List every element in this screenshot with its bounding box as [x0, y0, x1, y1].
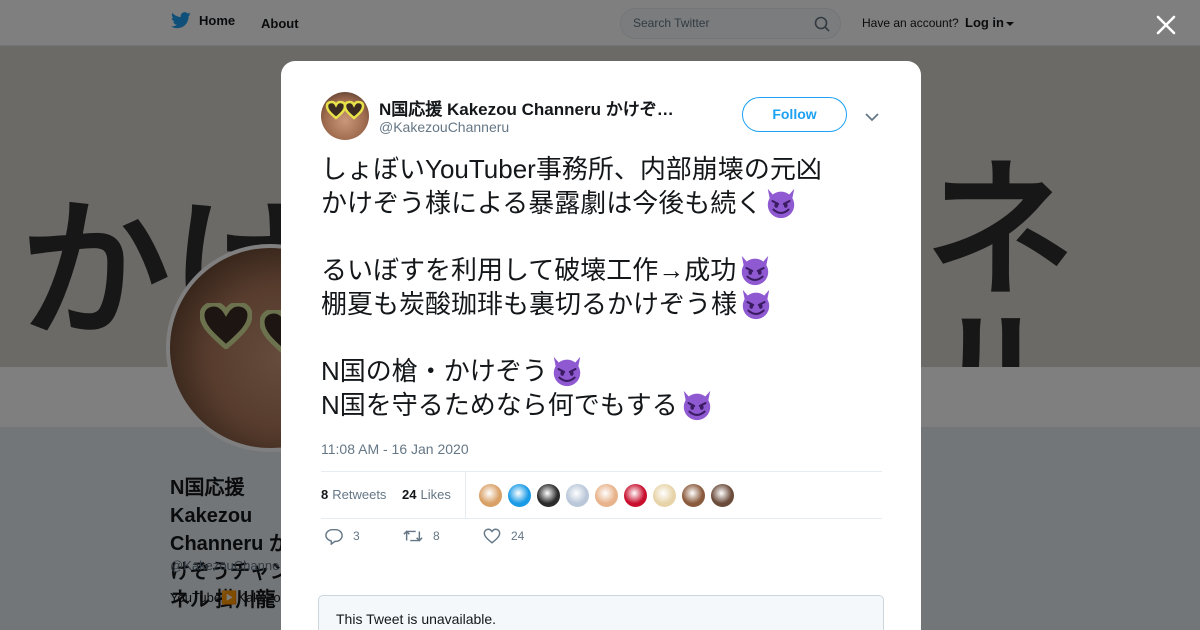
- tweet-text-segment: しょぼいYouTuber事務所、内部崩壊の元凶: [321, 154, 822, 184]
- likes-count: 24: [402, 487, 417, 502]
- quoted-tweet-card: This Tweet is unavailable.: [318, 595, 884, 630]
- liker-avatar[interactable]: [536, 483, 561, 508]
- liker-avatar[interactable]: [623, 483, 648, 508]
- smiling-devil-icon: [680, 388, 714, 422]
- tweet-text-line: N国の槍・かけぞう: [321, 354, 891, 388]
- liker-avatar[interactable]: [565, 483, 590, 508]
- tweet-author-avatar[interactable]: [321, 92, 369, 140]
- reply-icon: [325, 528, 343, 545]
- heart-glasses-icon: [325, 100, 365, 120]
- smiling-devil-icon: [550, 354, 584, 388]
- stats-divider: [465, 472, 466, 518]
- liker-avatar[interactable]: [652, 483, 677, 508]
- tweet-author-name[interactable]: N国応援 Kakezou Channeru かけぞ…: [379, 95, 699, 120]
- liker-avatars: [478, 483, 735, 508]
- liker-avatar[interactable]: [594, 483, 619, 508]
- reply-button[interactable]: 3: [325, 527, 360, 545]
- tweet-text-line: しょぼいYouTuber事務所、内部崩壊の元凶: [321, 152, 891, 186]
- follow-button[interactable]: Follow: [742, 97, 847, 132]
- liker-avatar[interactable]: [710, 483, 735, 508]
- reply-count: 3: [353, 529, 360, 543]
- tweet-modal: N国応援 Kakezou Channeru かけぞ… @KakezouChann…: [281, 61, 921, 630]
- likes-label: Likes: [420, 487, 451, 502]
- close-modal-button[interactable]: [1152, 11, 1180, 39]
- tweet-text-segment: 棚夏も炭酸珈琲も裏切るかけぞう様: [321, 289, 738, 319]
- liker-avatar[interactable]: [681, 483, 706, 508]
- like-count: 24: [511, 529, 525, 543]
- close-icon: [1156, 15, 1176, 35]
- retweet-icon: [403, 530, 423, 542]
- tweet-menu-button[interactable]: [865, 109, 879, 127]
- tweet-text-segment: N国の槍・かけぞう: [321, 356, 548, 386]
- tweet-text-line: N国を守るためなら何でもする: [321, 388, 891, 422]
- retweets-label: Retweets: [332, 487, 387, 502]
- tweet-text-line: るいぼすを利用して破壊工作→成功: [321, 253, 891, 287]
- smiling-devil-icon: [738, 253, 772, 287]
- tweet-text-segment: かけぞう様による暴露劇は今後も続く: [321, 188, 763, 218]
- tweet-author-handle[interactable]: @KakezouChanneru: [379, 119, 509, 135]
- smiling-devil-icon: [739, 287, 773, 321]
- tweet-timestamp[interactable]: 11:08 AM - 16 Jan 2020: [321, 441, 469, 457]
- heart-icon: [483, 528, 501, 544]
- retweets-stat[interactable]: 8 Retweets: [321, 487, 386, 502]
- likes-stat[interactable]: 24 Likes: [402, 487, 451, 502]
- retweet-count: 8: [433, 529, 440, 543]
- retweet-button[interactable]: 8: [403, 527, 440, 545]
- smiling-devil-icon: [764, 186, 798, 220]
- liker-avatar[interactable]: [478, 483, 503, 508]
- chevron-down-icon: [865, 113, 879, 122]
- tweet-text-segment: N国を守るためなら何でもする: [321, 390, 678, 420]
- unavailable-message: This Tweet is unavailable.: [336, 611, 497, 627]
- like-button[interactable]: 24: [483, 527, 524, 545]
- tweet-actions: 3 8 24: [321, 527, 882, 551]
- liker-avatar[interactable]: [507, 483, 532, 508]
- retweets-count: 8: [321, 487, 329, 502]
- tweet-text-line: 棚夏も炭酸珈琲も裏切るかけぞう様: [321, 287, 891, 321]
- tweet-text-segment: るいぼすを利用して破壊工作→成功: [321, 255, 737, 285]
- tweet-text-line: かけぞう様による暴露劇は今後も続く: [321, 186, 891, 220]
- tweet-stats: 8 Retweets 24 Likes: [321, 471, 882, 519]
- tweet-text: しょぼいYouTuber事務所、内部崩壊の元凶 かけぞう様による暴露劇は今後も続…: [321, 152, 891, 422]
